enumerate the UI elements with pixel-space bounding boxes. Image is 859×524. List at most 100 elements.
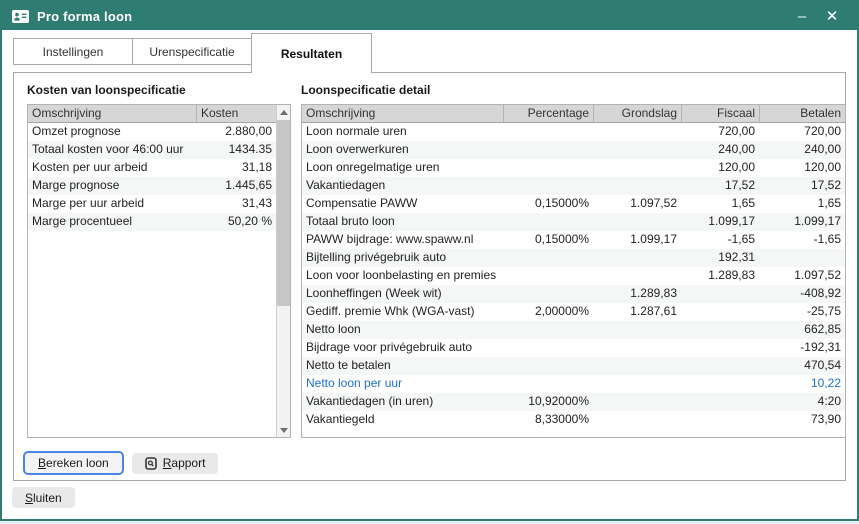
table-row[interactable]: Totaal kosten voor 46:00 uur1434.35 [28,141,276,159]
column-header[interactable]: Omschrijving [302,105,503,122]
row-label: Vakantiegeld [302,411,503,429]
table-row[interactable]: Kosten per uur arbeid31,18 [28,159,276,177]
tab-instellingen[interactable]: Instellingen [13,38,133,65]
table-row[interactable]: PAWW bijdrage: www.spaww.nl0,15000%1.099… [302,231,845,249]
table-row[interactable]: Gediff. premie Whk (WGA-vast)2,00000%1.2… [302,303,845,321]
table-row[interactable]: Netto loon per uur10,22 [302,375,845,393]
scroll-up-button[interactable] [277,105,290,119]
table-row[interactable]: Vakantiedagen17,5217,52 [302,177,845,195]
row-label: Gediff. premie Whk (WGA-vast) [302,303,503,321]
panel-button-row: Bereken loon Rapport [23,451,218,475]
scroll-down-button[interactable] [277,423,290,437]
column-header[interactable]: Betalen [759,105,845,122]
row-value: 240,00 [681,141,759,159]
row-value [503,159,593,177]
row-label: Loon onregelmatige uren [302,159,503,177]
table-row[interactable]: Loon voor loonbelasting en premies 1.289,… [302,267,845,285]
row-value [593,159,681,177]
table-row[interactable]: Marge prognose1.445,65 [28,177,276,195]
table-row[interactable]: Bijdrage voor privégebruik auto-192,31 [302,339,845,357]
row-value [593,177,681,195]
row-value [681,285,759,303]
tab-bar: Instellingen Urenspecificatie Resultaten [13,33,393,73]
row-label: Marge per uur arbeid [28,195,196,213]
vertical-scrollbar[interactable] [276,105,290,437]
row-label: Loon normale uren [302,123,503,141]
row-value [681,393,759,411]
row-value: 1.289,83 [593,285,681,303]
bereken-loon-button[interactable]: Bereken loon [23,451,124,475]
table-row[interactable]: Netto te betalen470,54 [302,357,845,375]
minimize-button[interactable]: – [787,2,817,30]
table-body: Loon normale uren720,00720,00Loon overwe… [302,123,845,429]
loonspecificatie-table: OmschrijvingPercentageGrondslagFiscaalBe… [301,104,846,438]
row-value: 1.289,83 [681,267,759,285]
row-value [503,285,593,303]
row-value [759,249,845,267]
table-row[interactable]: Loon onregelmatige uren120,00120,00 [302,159,845,177]
row-label: Loon voor loonbelasting en premies [302,267,503,285]
row-value: 50,20 % [196,213,276,231]
row-label: Totaal bruto loon [302,213,503,231]
row-value [503,357,593,375]
row-value: 0,15000% [503,231,593,249]
close-button[interactable]: ✕ [817,2,847,30]
row-label: Netto loon [302,321,503,339]
row-label: Vakantiedagen [302,177,503,195]
row-value: -192,31 [759,339,845,357]
row-value: 240,00 [759,141,845,159]
row-value: 1.099,17 [593,231,681,249]
table-row[interactable]: Bijtelling privégebruik auto 192,31 [302,249,845,267]
table-row[interactable]: Marge per uur arbeid31,43 [28,195,276,213]
row-label: Marge prognose [28,177,196,195]
column-header[interactable]: Kosten [196,105,276,122]
sluiten-button[interactable]: Sluiten [12,487,75,508]
table-row[interactable]: Omzet prognose2.880,00 [28,123,276,141]
table-row[interactable]: Loon overwerkuren240,00240,00 [302,141,845,159]
table-row[interactable]: Compensatie PAWW0,15000%1.097,521,651,65 [302,195,845,213]
tab-resultaten[interactable]: Resultaten [251,33,372,73]
dialog-window: Pro forma loon – ✕ Instellingen Urenspec… [0,0,859,521]
row-value [593,249,681,267]
column-header[interactable]: Fiscaal [681,105,759,122]
row-label: PAWW bijdrage: www.spaww.nl [302,231,503,249]
row-value [681,375,759,393]
tab-urenspecificatie[interactable]: Urenspecificatie [132,38,252,65]
row-label: Totaal kosten voor 46:00 uur [28,141,196,159]
row-value [681,321,759,339]
row-value: 120,00 [681,159,759,177]
row-value [593,375,681,393]
table-row[interactable]: Loonheffingen (Week wit)1.289,83-408,92 [302,285,845,303]
table-body: Omzet prognose2.880,00Totaal kosten voor… [28,123,276,231]
row-value: -1,65 [681,231,759,249]
row-value: 10,92000% [503,393,593,411]
row-value: 10,22 [759,375,845,393]
row-value [503,123,593,141]
table-row[interactable]: Marge procentueel50,20 % [28,213,276,231]
report-icon [145,457,157,470]
row-label: Omzet prognose [28,123,196,141]
row-value: 662,85 [759,321,845,339]
row-value [503,177,593,195]
row-value: 720,00 [681,123,759,141]
table-row[interactable]: Vakantiedagen (in uren)10,92000%4:20 [302,393,845,411]
column-header[interactable]: Percentage [503,105,593,122]
row-value: -25,75 [759,303,845,321]
table-row[interactable]: Totaal bruto loon1.099,171.099,17 [302,213,845,231]
column-header[interactable]: Grondslag [593,105,681,122]
row-value: 1.097,52 [759,267,845,285]
row-label: Bijtelling privégebruik auto [302,249,503,267]
row-value: 470,54 [759,357,845,375]
rapport-button[interactable]: Rapport [132,453,219,474]
table-row[interactable]: Netto loon 662,85 [302,321,845,339]
row-label: Compensatie PAWW [302,195,503,213]
row-value: 1.445,65 [196,177,276,195]
scrollbar-thumb[interactable] [277,120,290,306]
row-value [593,213,681,231]
row-value: 192,31 [681,249,759,267]
table-row[interactable]: Loon normale uren720,00720,00 [302,123,845,141]
column-header[interactable]: Omschrijving [28,105,196,122]
table-row[interactable]: Vakantiegeld8,33000%73,90 [302,411,845,429]
row-value: 1,65 [681,195,759,213]
row-value: 17,52 [759,177,845,195]
